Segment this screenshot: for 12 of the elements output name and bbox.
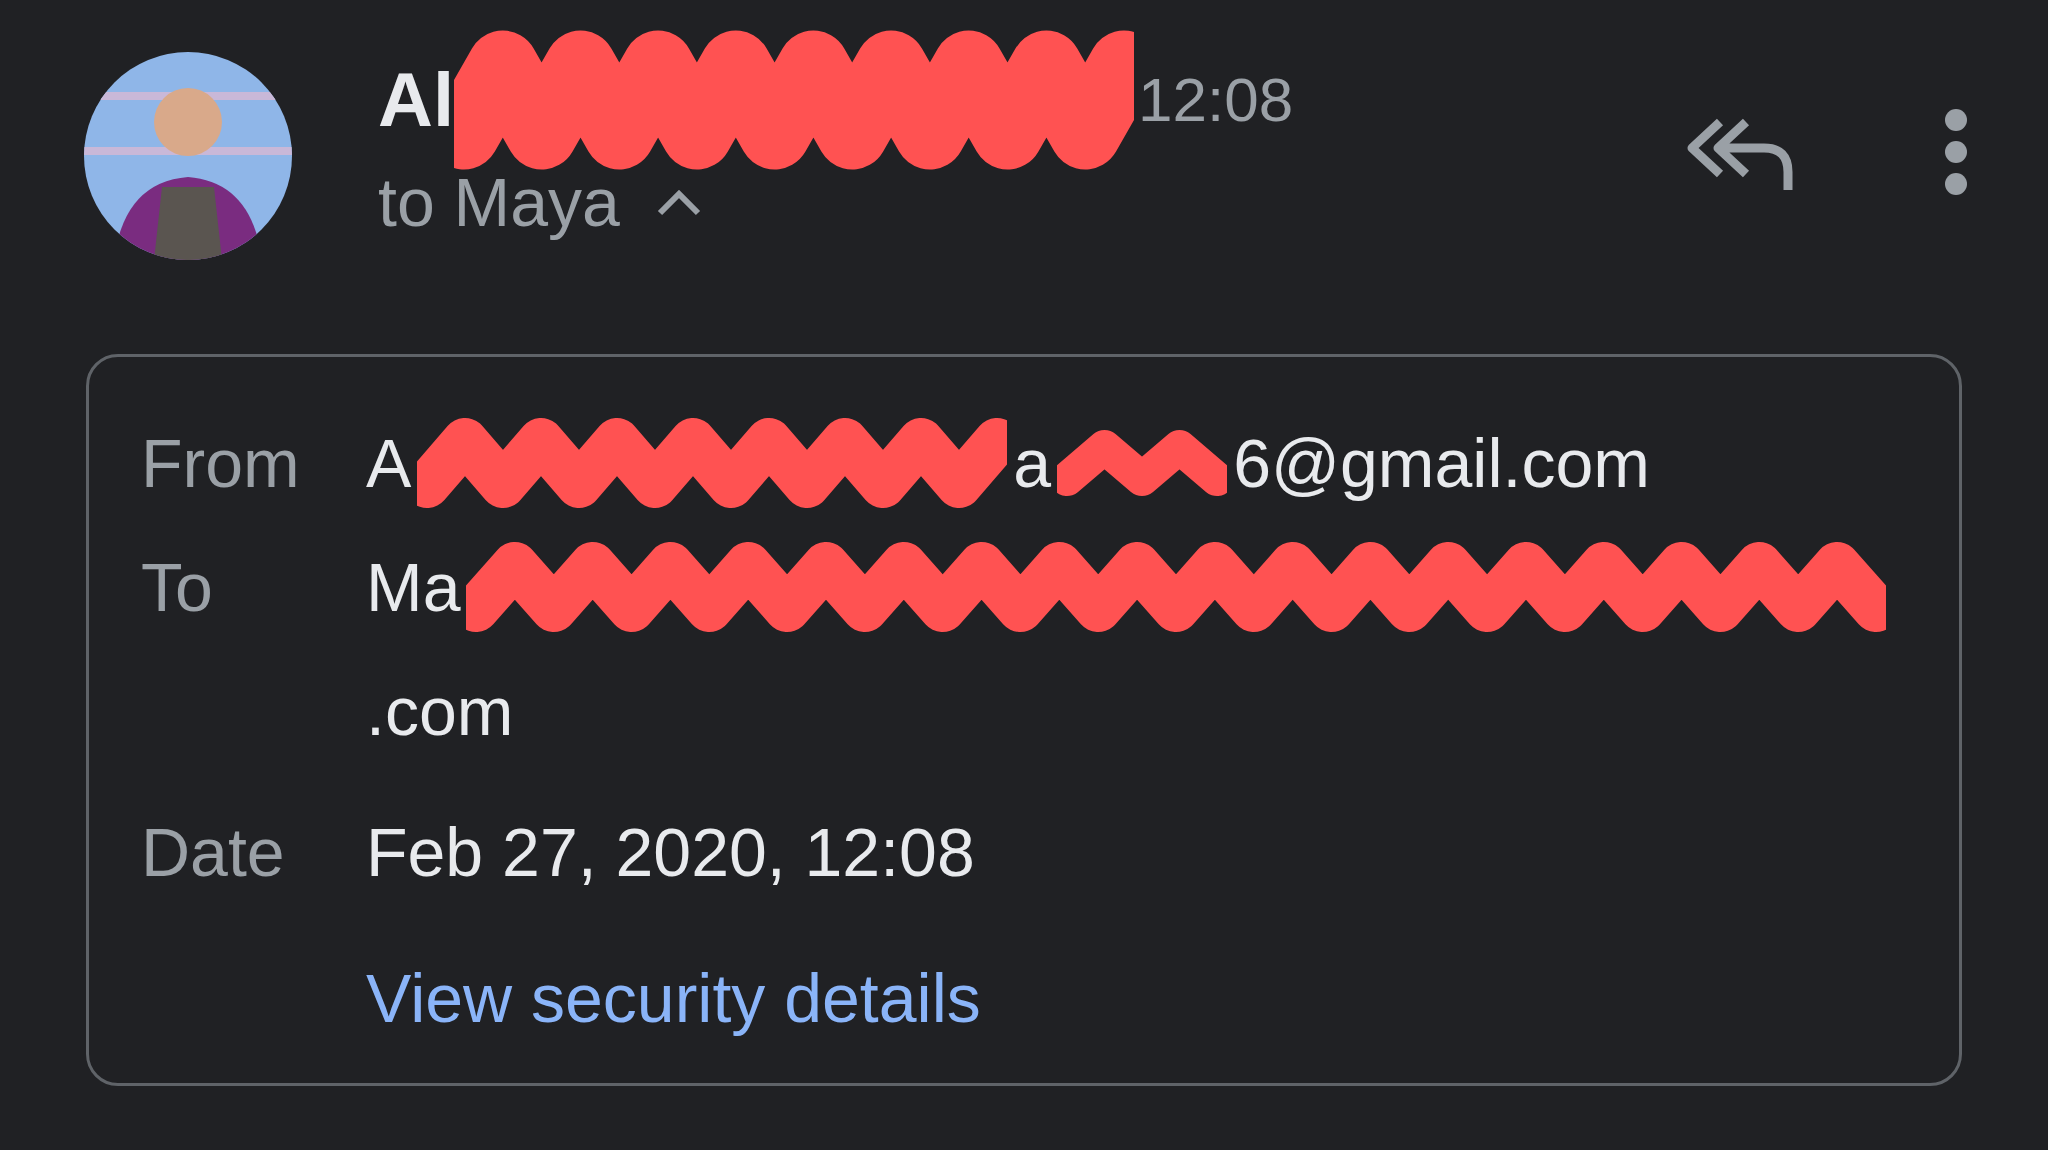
field-value: a <box>1013 429 1052 497</box>
field-label: To <box>141 549 213 625</box>
field-label: From <box>141 425 300 501</box>
sender-name: Al <box>378 62 454 138</box>
field-value: Ma <box>366 553 461 621</box>
more-options-icon[interactable] <box>1944 108 1968 196</box>
field-label: Date <box>141 814 285 890</box>
field-value: .com <box>366 677 514 745</box>
field-value: A <box>366 429 412 497</box>
email-time: 12:08 <box>1138 69 1294 131</box>
chevron-icon[interactable] <box>655 187 702 217</box>
field-value: Feb 27, 2020, 12:08 <box>366 818 975 886</box>
